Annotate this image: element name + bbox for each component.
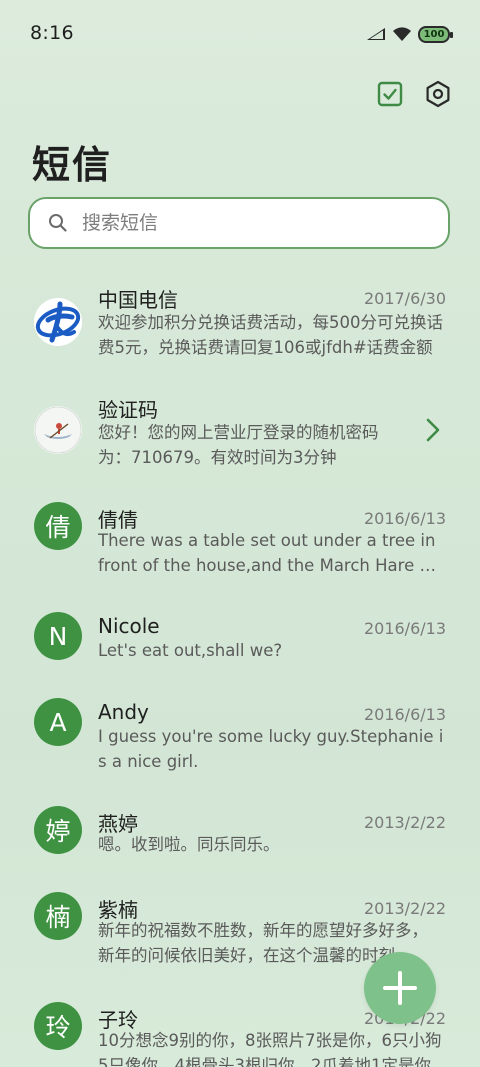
new-message-button[interactable] [364,952,436,1024]
conversation-preview: I guess you're some lucky guy.Stephanie … [98,727,444,771]
conversation-date: 2013/2/22 [363,899,446,918]
conversation-item[interactable]: 中国电信 2017/6/30 欢迎参加积分兑换话费活动，每500分可兑换话费5元… [0,282,480,378]
conversation-date: 2016/6/13 [363,705,446,724]
search-icon [49,214,67,232]
conversation-preview: 10分想念9别的你，8张照片7张是你，6只小狗5只像你，4根骨头3根归你，2爪着… [98,1031,442,1067]
chevron-right-icon [426,418,440,442]
rowing-boat-image [34,406,82,454]
conversation-item[interactable]: N Nicole 2016/6/13 Let's eat out,shall w… [0,612,480,682]
avatar: 玲 [34,1002,82,1050]
conversation-date: 2016/6/13 [363,509,446,528]
conversation-preview: 欢迎参加积分兑换话费活动，每500分可兑换话费5元，兑换话费请回复106或jfd… [98,313,443,357]
checkbox-icon [377,81,403,107]
settings-button[interactable] [424,80,452,108]
search-input[interactable] [80,211,404,235]
avatar [34,406,82,454]
search-box[interactable] [28,197,450,249]
status-time: 8:16 [30,22,74,44]
conversation-item[interactable]: 倩 倩倩 2016/6/13 There was a table set out… [0,502,480,598]
conversation-preview: There was a table set out under a tree i… [98,531,441,575]
status-bar: 8:16 100 [0,0,480,68]
gear-icon [426,80,450,108]
conversation-preview: 您好！您的网上营业厅登录的随机密码为：710679。有效时间为3分钟 [98,423,379,467]
conversation-date: 2013/2/22 [363,813,446,832]
conversation-preview: 嗯。收到啦。同乐同乐。 [98,835,280,854]
conversation-name: 中国电信 [98,288,178,312]
avatar: A [34,698,82,746]
avatar [34,298,82,346]
conversation-preview: Let's eat out,shall we? [98,641,283,660]
conversation-name: Andy [98,700,149,724]
conversation-date: 2016/6/13 [363,619,446,638]
status-icons: 100 [366,22,453,46]
signal-icon [367,28,385,40]
conversation-name: Nicole [98,614,160,638]
plus-icon [383,971,417,1005]
avatar: 楠 [34,892,82,940]
china-telecom-logo-icon [34,298,82,346]
conversation-item[interactable]: A Andy 2016/6/13 I guess you're some luc… [0,698,480,794]
page-title: 短信 [32,143,113,187]
conversation-name: 验证码 [98,398,158,422]
battery-icon: 100 [418,25,453,43]
avatar: N [34,612,82,660]
avatar: 婷 [34,806,82,854]
conversation-date: 2017/6/30 [363,289,446,308]
conversation-item[interactable]: 婷 燕婷 2013/2/22 嗯。收到啦。同乐同乐。 [0,806,480,876]
avatar: 倩 [34,502,82,550]
top-actions [376,80,452,108]
conversation-item[interactable]: 验证码 您好！您的网上营业厅登录的随机密码为：710679。有效时间为3分钟 [0,392,480,488]
select-button[interactable] [376,80,404,108]
wifi-icon [393,27,411,41]
